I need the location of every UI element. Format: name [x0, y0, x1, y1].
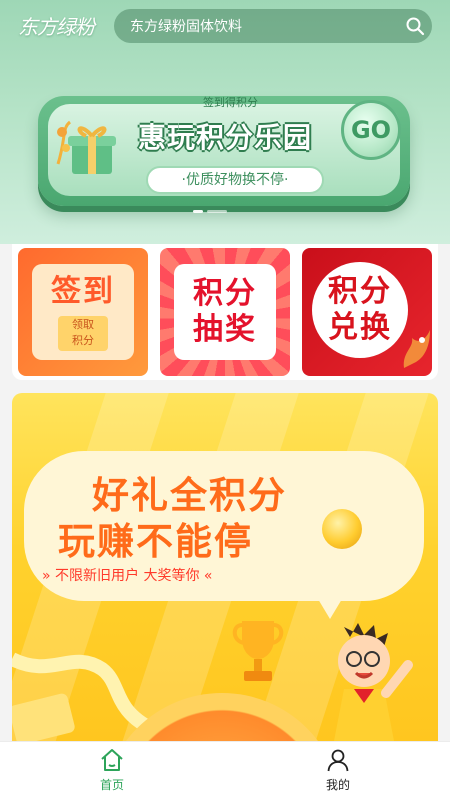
search-bar[interactable]: 东方绿粉固体饮料: [114, 9, 432, 43]
checkin-title: 签到: [51, 273, 115, 309]
lottery-card: 积分 抽奖: [174, 264, 276, 360]
carousel-dot: [207, 210, 227, 213]
redeem-title-line: 兑换: [328, 310, 392, 345]
tab-mine[interactable]: 我的: [298, 748, 378, 798]
feature-tiles: 签到 领取 积分 积分 抽奖 积分 兑换: [12, 244, 438, 380]
carousel-dot: [193, 210, 203, 213]
tab-home[interactable]: 首页: [72, 748, 152, 798]
checkin-tile[interactable]: 签到 领取 积分: [18, 248, 148, 376]
go-button[interactable]: GO: [341, 100, 401, 160]
gift-box-icon: [56, 120, 116, 174]
tab-mine-label: 我的: [325, 778, 350, 792]
search-icon[interactable]: [398, 9, 432, 43]
home-icon: [101, 749, 123, 771]
promo-subline: » 不限新旧用户 大奖等你 «: [42, 568, 213, 584]
badge-line: 积分: [72, 333, 94, 347]
promo-headline: 玩赚不能停: [58, 520, 253, 563]
dragon-icon: [403, 330, 430, 368]
cartoon-character: [334, 623, 413, 741]
redeem-tile[interactable]: 积分 兑换: [302, 248, 432, 376]
trophy-icon: [232, 621, 284, 681]
lottery-tile[interactable]: 积分 抽奖: [160, 248, 290, 376]
lottery-title-line: 抽奖: [193, 312, 257, 347]
redeem-card: 积分 兑换: [312, 262, 408, 358]
carousel-indicator: [193, 210, 227, 214]
claim-points-badge: 领取 积分: [58, 315, 108, 351]
hero-header: 东方绿粉 东方绿粉固体饮料 签到得积分 惠玩积分乐园 GO ·优质好物换不停·: [0, 0, 450, 244]
search-input[interactable]: 东方绿粉固体饮料: [130, 16, 398, 36]
tab-home-label: 首页: [99, 778, 124, 792]
speech-bubble-tail: [312, 589, 348, 619]
banner-tagline: ·优质好物换不停·: [146, 166, 324, 194]
banner-kicker: 签到得积分: [203, 96, 258, 109]
points-park-banner[interactable]: 签到得积分 惠玩积分乐园 GO ·优质好物换不停·: [38, 82, 414, 210]
person-icon: [327, 749, 349, 772]
checkin-card: 签到 领取 积分: [32, 264, 134, 360]
lottery-title-line: 积分: [193, 276, 257, 311]
promo-banner[interactable]: 好礼全积分 玩赚不能停 » 不限新旧用户 大奖等你 «: [12, 393, 438, 741]
coin-icon: [322, 509, 362, 549]
redeem-title-line: 积分: [328, 274, 392, 309]
badge-line: 领取: [72, 317, 94, 331]
brand-logo[interactable]: 东方绿粉: [18, 8, 104, 46]
bottom-tab-bar: 首页 我的: [0, 741, 450, 800]
banner-title: 惠玩积分乐园: [138, 121, 313, 154]
